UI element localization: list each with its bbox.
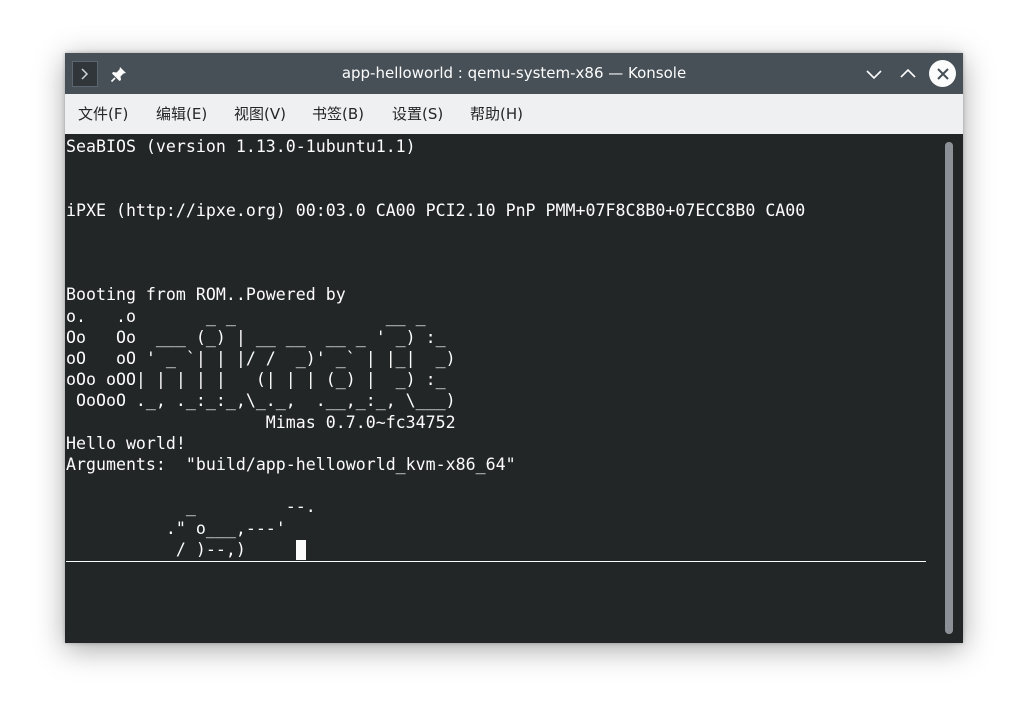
- chevron-down-icon[interactable]: [862, 62, 886, 86]
- text-cursor: [296, 540, 306, 560]
- titlebar[interactable]: app-helloworld : qemu-system-x86 — Konso…: [65, 53, 963, 94]
- scrollbar[interactable]: [945, 142, 953, 634]
- scrollbar-handle[interactable]: [945, 142, 953, 634]
- menu-settings[interactable]: 设置(S): [392, 94, 443, 134]
- window-title: app-helloworld : qemu-system-x86 — Konso…: [341, 64, 687, 82]
- terminal-icon[interactable]: [72, 61, 98, 87]
- close-icon[interactable]: [929, 60, 956, 87]
- terminal-output: SeaBIOS (version 1.13.0-1ubuntu1.1) iPXE…: [66, 137, 806, 559]
- konsole-window: app-helloworld : qemu-system-x86 — Konso…: [65, 53, 963, 643]
- terminal-divider: [66, 561, 926, 562]
- terminal-area[interactable]: SeaBIOS (version 1.13.0-1ubuntu1.1) iPXE…: [65, 134, 963, 643]
- pin-icon[interactable]: [107, 62, 131, 86]
- menu-view[interactable]: 视图(V): [234, 94, 286, 134]
- menu-help[interactable]: 帮助(H): [470, 94, 523, 134]
- menu-edit[interactable]: 编辑(E): [156, 94, 207, 134]
- menu-file[interactable]: 文件(F): [78, 94, 128, 134]
- chevron-up-icon[interactable]: [896, 62, 920, 86]
- menubar: 文件(F) 编辑(E) 视图(V) 书签(B) 设置(S) 帮助(H): [65, 94, 963, 135]
- menu-bookmarks[interactable]: 书签(B): [312, 94, 364, 134]
